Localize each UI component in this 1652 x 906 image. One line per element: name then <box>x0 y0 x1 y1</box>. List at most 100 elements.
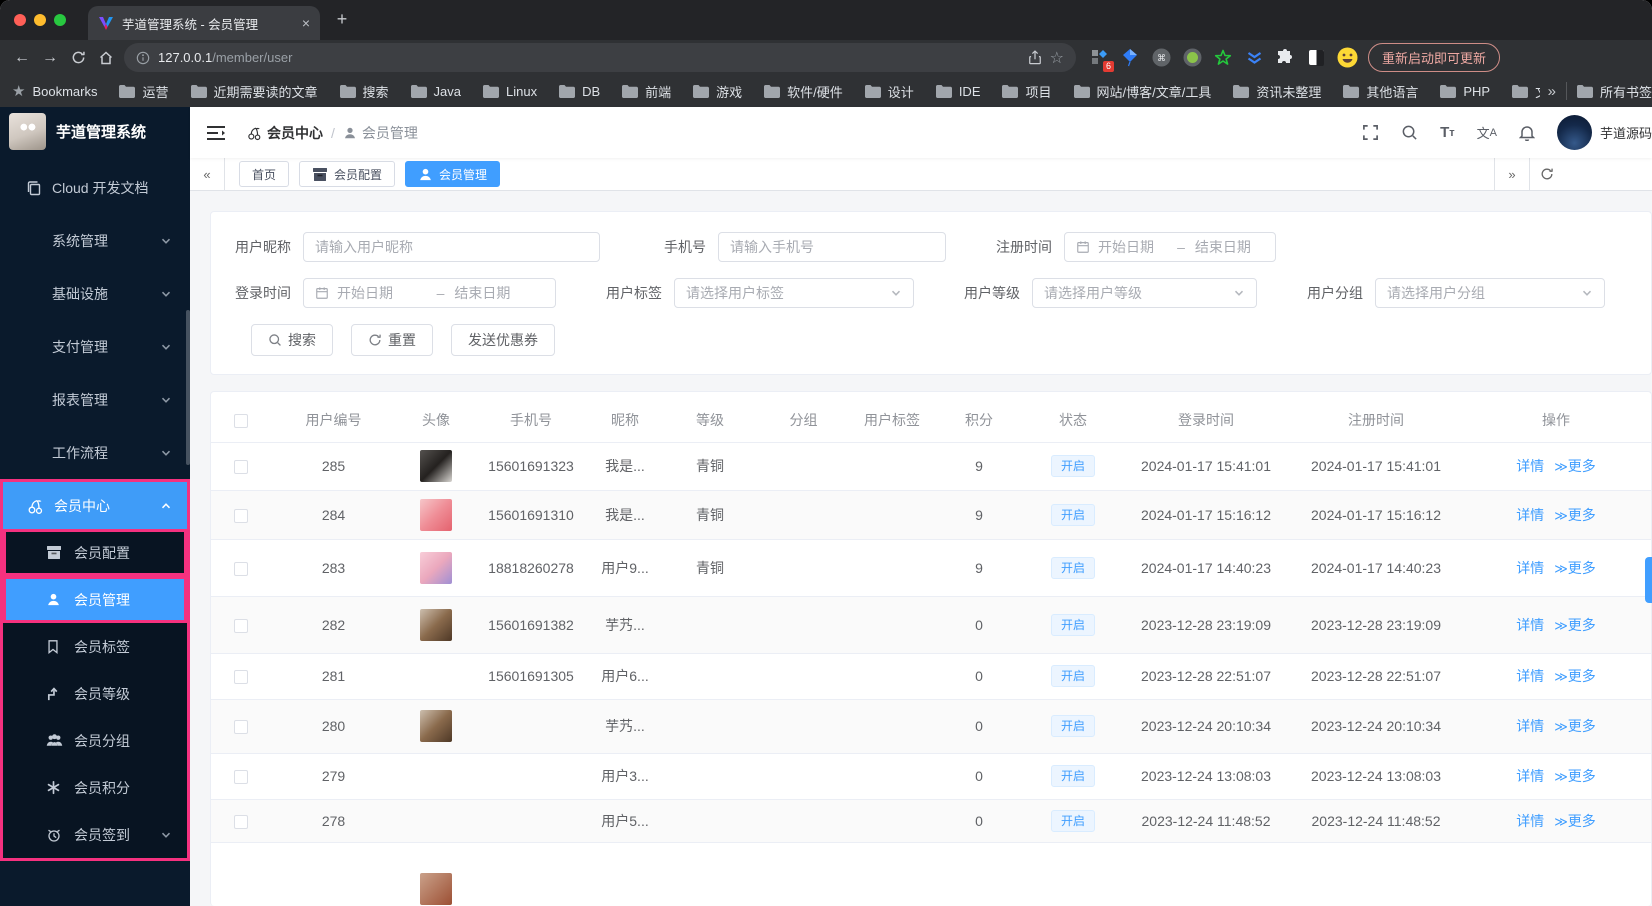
nickname-input[interactable] <box>303 232 600 262</box>
sidebar-item-4[interactable]: 报表管理 <box>0 373 190 426</box>
more-link[interactable]: ≫更多 <box>1554 617 1596 633</box>
bookmark-folder[interactable]: 项目 <box>1002 82 1052 101</box>
detail-link[interactable]: 详情 <box>1516 668 1544 684</box>
puzzle-extensions-icon[interactable] <box>1274 47 1296 69</box>
bookmark-folder[interactable]: 资讯未整理 <box>1233 82 1321 101</box>
sidebar-item-member-manage[interactable]: 会员管理 <box>3 576 187 623</box>
all-bookmarks-folder[interactable]: 所有书签 <box>1576 82 1652 101</box>
sidebar-item-2[interactable]: 基础设施 <box>0 267 190 320</box>
detail-link[interactable]: 详情 <box>1516 617 1544 633</box>
url-text[interactable]: 127.0.0.1/member/user <box>158 50 1020 65</box>
bookmark-star-icon[interactable]: ☆ <box>1050 48 1064 68</box>
detail-link[interactable]: 详情 <box>1516 458 1544 474</box>
sidebar-item-3[interactable]: 支付管理 <box>0 320 190 373</box>
select-all-checkbox[interactable] <box>234 413 248 428</box>
user-level-select[interactable]: 请选择用户等级 <box>1032 278 1257 308</box>
browser-tab[interactable]: 芋道管理系统 - 会员管理 × <box>88 6 320 40</box>
search-button[interactable]: 搜索 <box>251 324 333 356</box>
back-icon[interactable]: ← <box>8 44 36 72</box>
sidebar-item-member-signin[interactable]: 会员签到 <box>3 811 187 858</box>
bookmark-folder[interactable]: 网站/博客/文章/工具 <box>1073 82 1211 101</box>
fullscreen-icon[interactable] <box>1362 124 1379 141</box>
row-checkbox[interactable] <box>234 508 248 523</box>
green-dot-extension-icon[interactable] <box>1181 47 1203 69</box>
breadcrumb-member-center[interactable]: 会员中心 <box>246 123 323 143</box>
more-link[interactable]: ≫更多 <box>1554 560 1596 576</box>
green-star-extension-icon[interactable] <box>1212 47 1234 69</box>
collapse-sidebar-icon[interactable] <box>206 125 228 141</box>
command-extension-icon[interactable]: ⌘ <box>1150 47 1172 69</box>
user-tags-select[interactable]: 请选择用户标签 <box>674 278 914 308</box>
detail-link[interactable]: 详情 <box>1516 813 1544 829</box>
phone-input[interactable] <box>718 232 946 262</box>
row-checkbox[interactable] <box>234 770 248 785</box>
more-link[interactable]: ≫更多 <box>1554 458 1596 474</box>
more-link[interactable]: ≫更多 <box>1554 507 1596 523</box>
user-group-select[interactable]: 请选择用户分组 <box>1375 278 1605 308</box>
app-logo[interactable]: 芋道管理系统 <box>0 107 190 155</box>
home-icon[interactable] <box>92 44 120 72</box>
detail-link[interactable]: 详情 <box>1516 768 1544 784</box>
bookmarks-overflow-chevron[interactable]: » <box>1548 83 1556 100</box>
sidebar-item-member-points[interactable]: 会员积分 <box>3 764 187 811</box>
send-coupon-button[interactable]: 发送优惠券 <box>451 324 555 356</box>
translate-icon[interactable]: 文A <box>1477 123 1497 142</box>
bookmark-folder[interactable]: 游戏 <box>693 82 742 101</box>
bookmark-folder[interactable]: Linux <box>483 82 537 101</box>
split-square-extension-icon[interactable] <box>1305 47 1327 69</box>
reset-button[interactable]: 重置 <box>351 324 433 356</box>
sidebar-item-member-level[interactable]: 会员等级 <box>3 670 187 717</box>
address-bar[interactable]: 127.0.0.1/member/user ☆ <box>124 43 1076 72</box>
tags-scroll-left-icon[interactable]: « <box>190 157 225 191</box>
bookmark-folder[interactable]: 运营 <box>119 82 169 101</box>
more-link[interactable]: ≫更多 <box>1554 813 1596 829</box>
relaunch-to-update-button[interactable]: 重新启动即可更新 <box>1368 43 1501 72</box>
blocker-extension-icon[interactable]: 6 <box>1088 47 1114 72</box>
bookmark-folder[interactable]: 前端 <box>622 82 671 101</box>
bookmark-folder[interactable]: DB <box>559 82 600 101</box>
detail-link[interactable]: 详情 <box>1516 507 1544 523</box>
row-checkbox[interactable] <box>234 561 248 576</box>
sidebar-item-member-group[interactable]: 会员分组 <box>3 717 187 764</box>
sidebar-scrollbar-thumb[interactable] <box>186 310 190 465</box>
user-name[interactable]: 芋道源码 <box>1600 123 1652 142</box>
row-checkbox[interactable] <box>234 814 248 829</box>
row-checkbox[interactable] <box>234 720 248 735</box>
tab-member-manage[interactable]: 会员管理 <box>405 161 501 187</box>
user-avatar[interactable] <box>1556 115 1592 150</box>
row-checkbox[interactable] <box>234 460 248 475</box>
double-chevron-extension-icon[interactable] <box>1243 47 1265 69</box>
sidebar-item-member-center[interactable]: 会员中心 <box>3 482 187 529</box>
minimize-window-button[interactable] <box>34 14 46 26</box>
sidebar-item-5[interactable]: 工作流程 <box>0 426 190 479</box>
site-info-icon[interactable] <box>136 51 150 65</box>
share-icon[interactable] <box>1028 50 1042 65</box>
login-date-range[interactable]: 开始日期 – 结束日期 <box>303 278 556 308</box>
register-date-range[interactable]: 开始日期 – 结束日期 <box>1064 232 1276 262</box>
row-checkbox[interactable] <box>234 618 248 633</box>
bookmark-folder[interactable]: 其他语言 <box>1343 82 1418 101</box>
sidebar-item-member-tags[interactable]: 会员标签 <box>3 623 187 670</box>
more-link[interactable]: ≫更多 <box>1554 768 1596 784</box>
search-icon[interactable] <box>1401 124 1418 141</box>
bookmark-folder[interactable]: PHP <box>1440 82 1490 101</box>
bookmark-folder[interactable]: IDE <box>935 82 980 101</box>
forward-icon[interactable]: → <box>36 44 64 72</box>
reload-icon[interactable] <box>64 44 92 72</box>
more-link[interactable]: ≫更多 <box>1554 718 1596 734</box>
close-window-button[interactable] <box>14 14 26 26</box>
zoom-window-button[interactable] <box>54 14 66 26</box>
detail-link[interactable]: 详情 <box>1516 718 1544 734</box>
bookmark-folder[interactable]: 近期需要读的文章 <box>190 82 318 101</box>
font-size-icon[interactable]: Tт <box>1440 124 1455 141</box>
tab-close-icon[interactable]: × <box>302 15 310 31</box>
page-scrollbar-thumb[interactable] <box>1645 557 1652 603</box>
bookmark-folder[interactable]: 软件/硬件 <box>764 82 843 101</box>
bookmarks-root[interactable]: ★ Bookmarks <box>12 82 97 100</box>
tab-home[interactable]: 首页 <box>239 161 290 187</box>
sidebar-item-member-config[interactable]: 会员配置 <box>3 529 187 576</box>
new-tab-button[interactable]: + <box>328 6 356 34</box>
sidebar-item-1[interactable]: 系统管理 <box>0 214 190 267</box>
detail-link[interactable]: 详情 <box>1516 560 1544 576</box>
tags-refresh-icon[interactable] <box>1529 157 1564 191</box>
